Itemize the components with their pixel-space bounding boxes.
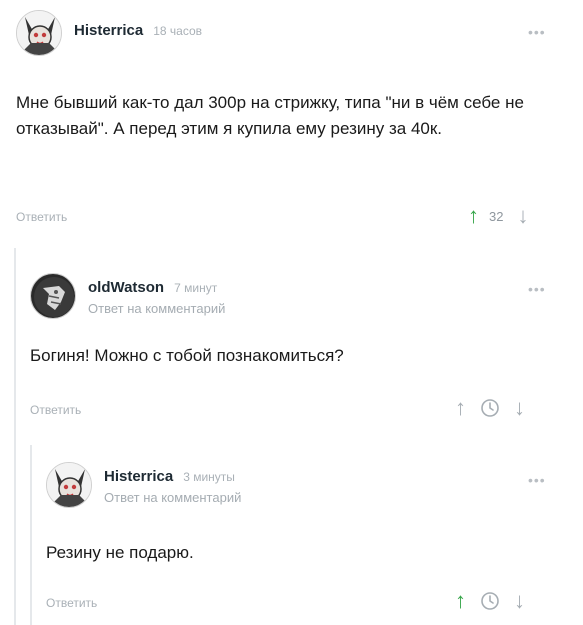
author-name[interactable]: Histerrica <box>104 468 173 485</box>
comment-text: Резину не подарю. <box>46 543 194 562</box>
avatar-cat-image <box>47 463 91 507</box>
comment-3: Histerrica 3 минуты Ответ на комментарий… <box>0 0 583 625</box>
comment-header: Histerrica 3 минуты Ответ на комментарий <box>46 462 241 508</box>
vote-controls: ↑ ↓ <box>455 590 525 612</box>
clock-icon[interactable] <box>480 591 500 611</box>
reply-button[interactable]: Ответить <box>46 596 97 610</box>
upvote-arrow-icon[interactable]: ↑ <box>455 590 466 612</box>
avatar[interactable] <box>46 462 92 508</box>
comment-time: 3 минуты <box>183 470 235 484</box>
downvote-arrow-icon[interactable]: ↓ <box>514 590 525 612</box>
more-options-icon[interactable]: ••• <box>528 472 546 488</box>
reply-to-link[interactable]: Ответ на комментарий <box>104 490 241 505</box>
